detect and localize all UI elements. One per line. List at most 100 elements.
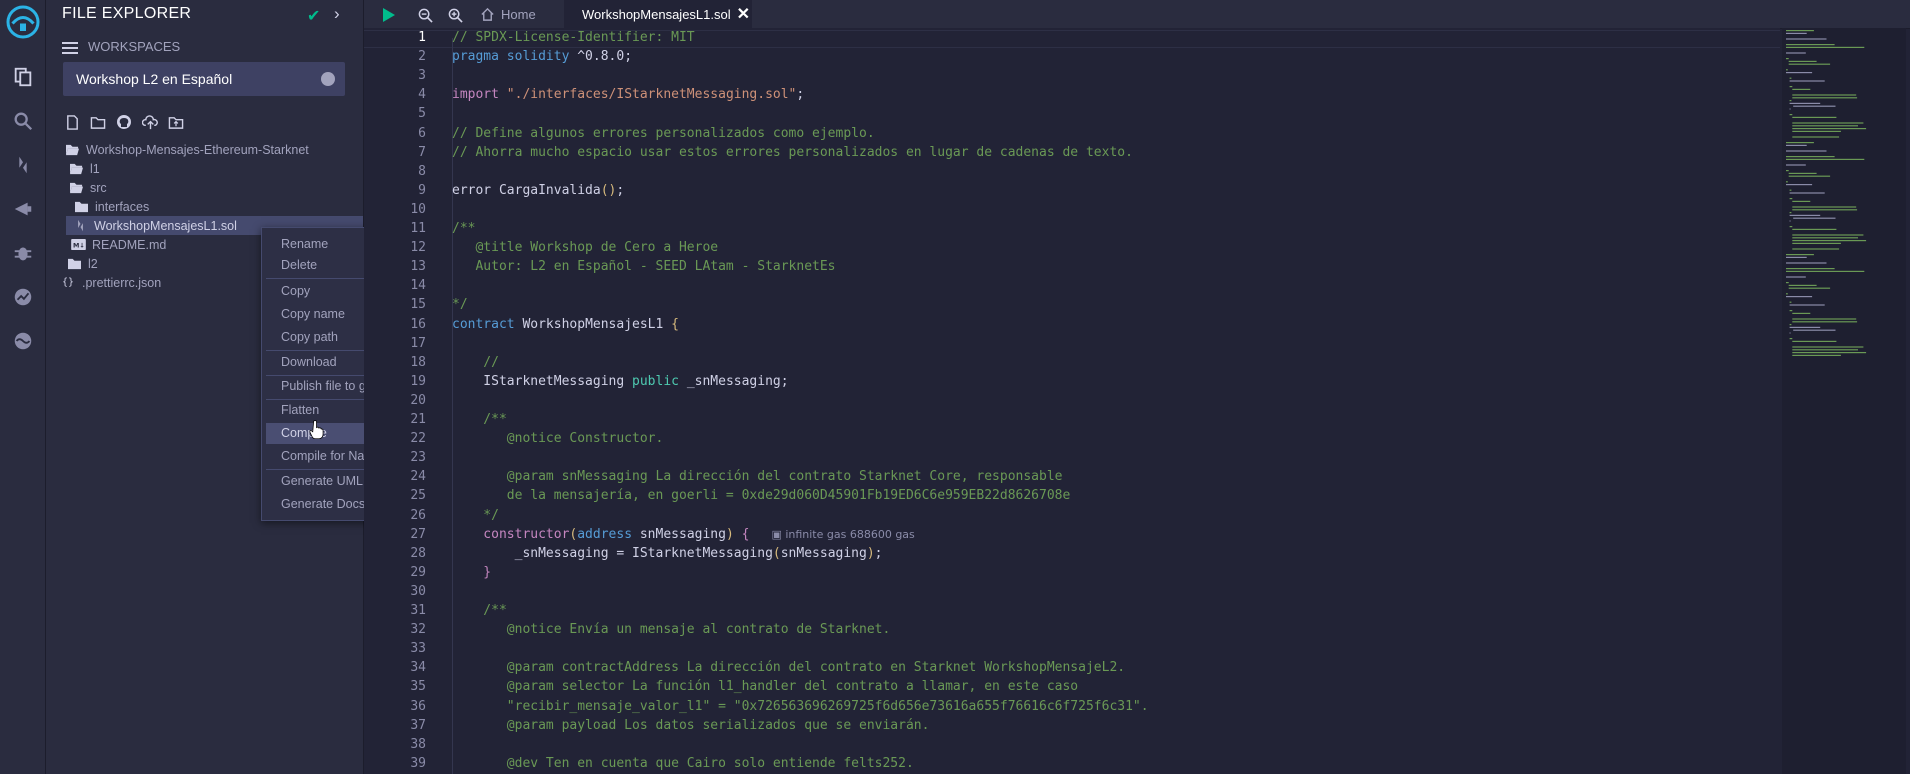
- tab-home[interactable]: Home: [480, 0, 536, 28]
- line-number: 35: [410, 679, 426, 695]
- panel-title: FILE EXPLORER: [62, 5, 192, 22]
- close-tab-icon[interactable]: ✕: [737, 4, 750, 24]
- code-editor[interactable]: 1 2 3 4 5 6 7 8 9 10 11 12 13 14 15 16 17 18 19 20 21 22 23 24 2…: [364, 28, 1780, 774]
- analytics-icon[interactable]: [0, 280, 45, 314]
- minimap-line: [1792, 136, 1840, 138]
- minimap-line: [1786, 293, 1788, 295]
- tree-item-label: src: [90, 180, 107, 195]
- line-number: 37: [410, 717, 426, 733]
- minimap[interactable]: [1782, 28, 1906, 774]
- search-icon[interactable]: [0, 104, 45, 138]
- code-token: /**: [452, 603, 507, 618]
- line-number: 25: [410, 488, 426, 504]
- code-token: constructor: [452, 526, 570, 542]
- minimap-line: [1786, 142, 1814, 144]
- plugin-icon[interactable]: [0, 324, 45, 358]
- code-token: Autor: L2 en Español - SEED LAtam - Star…: [452, 259, 836, 275]
- code-token: */: [452, 507, 499, 523]
- code-line: @param selector La función l1_handler de…: [452, 679, 1078, 694]
- line-number: 13: [410, 259, 426, 275]
- tree-item-label: README.md: [92, 237, 167, 252]
- minimap-line: [1792, 248, 1840, 250]
- minimap-line: [1786, 150, 1827, 152]
- code-token: /**: [452, 221, 476, 236]
- zoom-out-icon[interactable]: [418, 5, 433, 25]
- line-number: 30: [410, 583, 426, 599]
- line-number: 29: [410, 564, 426, 580]
- hamburger-icon[interactable]: [62, 40, 78, 56]
- tree-item-interfaces[interactable]: interfaces: [73, 197, 149, 216]
- minimap-line: [1792, 206, 1857, 208]
- solidity-compiler-icon[interactable]: [0, 148, 45, 182]
- debugger-icon[interactable]: [0, 236, 45, 270]
- code-token: (: [772, 545, 781, 561]
- minimap-line: [1786, 52, 1806, 54]
- gas-estimate-hint: ▣ infinite gas 688600 gas: [771, 527, 915, 541]
- minimap-line: [1792, 354, 1841, 356]
- minimap-line: [1793, 329, 1836, 331]
- folder-open-icon: [68, 181, 84, 195]
- minimap-line: [1792, 200, 1811, 202]
- code-line: IStarknetMessaging public _snMessaging;: [452, 374, 788, 389]
- tree-item-workspace-root[interactable]: Workshop-Mensajes-Ethereum-Starknet: [64, 140, 309, 159]
- line-number: 2: [418, 49, 426, 65]
- minimap-line: [1788, 287, 1831, 289]
- minimap-line: [1792, 349, 1858, 351]
- new-file-icon[interactable]: [62, 112, 82, 132]
- minimap-line: [1792, 242, 1841, 244]
- tree-item-src[interactable]: src: [68, 178, 107, 197]
- chevron-right-icon[interactable]: ›: [334, 4, 340, 24]
- upload-folder-icon[interactable]: [166, 112, 186, 132]
- line-number: 6: [418, 125, 426, 141]
- minimap-line: [1786, 156, 1835, 158]
- code-token: ;: [874, 545, 883, 561]
- code-token: contract: [452, 316, 523, 332]
- code-token: }: [452, 564, 492, 580]
- tree-item-l1[interactable]: l1: [68, 159, 100, 178]
- minimap-line: [1789, 86, 1793, 88]
- new-folder-icon[interactable]: [88, 112, 108, 132]
- code-line: /**: [452, 412, 507, 427]
- file-explorer-icon[interactable]: [0, 60, 45, 94]
- code-token: ^0.8.0;: [577, 49, 633, 65]
- tab-active-label: WorkshopMensajesL1.sol: [582, 6, 731, 22]
- github-icon[interactable]: [114, 112, 134, 132]
- minimap-line: [1789, 192, 1825, 194]
- minimap-line: [1788, 63, 1831, 65]
- tree-item-l2[interactable]: l2: [66, 254, 98, 273]
- minimap-line: [1789, 326, 1821, 328]
- remix-logo-icon[interactable]: [0, 2, 45, 42]
- workspace-select-value: Workshop L2 en Español: [76, 71, 233, 87]
- code-token: "recibir_mensaje_valor_l1" = "0x72656369…: [452, 698, 1149, 714]
- workspaces-header: WORKSPACES: [62, 38, 342, 58]
- tree-item-readme[interactable]: M↓ README.md: [70, 235, 166, 254]
- minimap-line: [1789, 212, 1792, 214]
- upload-icon[interactable]: [140, 112, 160, 132]
- json-icon: {}: [61, 277, 75, 288]
- minimap-line: [1789, 102, 1821, 104]
- code-token: {: [741, 526, 750, 542]
- run-icon[interactable]: [382, 5, 396, 25]
- tree-item-label: Workshop-Mensajes-Ethereum-Starknet: [86, 142, 309, 157]
- minimap-line: [1786, 170, 1789, 172]
- line-number: 26: [410, 507, 426, 523]
- minimap-line: [1789, 301, 1792, 303]
- code-token: ;: [796, 87, 805, 103]
- minimap-line: [1789, 189, 1792, 191]
- minimap-line: [1788, 172, 1817, 174]
- tree-item-label: l1: [90, 161, 100, 176]
- minimap-line: [1786, 32, 1807, 34]
- code-token: @param selector La función l1_handler de…: [452, 679, 1079, 695]
- workspace-select[interactable]: Workshop L2 en Español: [63, 62, 345, 96]
- tab-active-file[interactable]: WorkshopMensajesL1.sol ✕: [564, 0, 752, 28]
- line-number: 10: [410, 201, 426, 217]
- code-token: snMessaging: [780, 545, 867, 561]
- minimap-line: [1792, 116, 1837, 118]
- zoom-in-icon[interactable]: [448, 5, 463, 25]
- minimap-line: [1786, 69, 1788, 71]
- line-number: 21: [410, 412, 426, 427]
- line-number: 14: [410, 278, 426, 294]
- deploy-run-icon[interactable]: [0, 192, 45, 226]
- code-token: address: [577, 526, 640, 542]
- tree-item-prettierrc[interactable]: {} .prettierrc.json: [60, 273, 161, 292]
